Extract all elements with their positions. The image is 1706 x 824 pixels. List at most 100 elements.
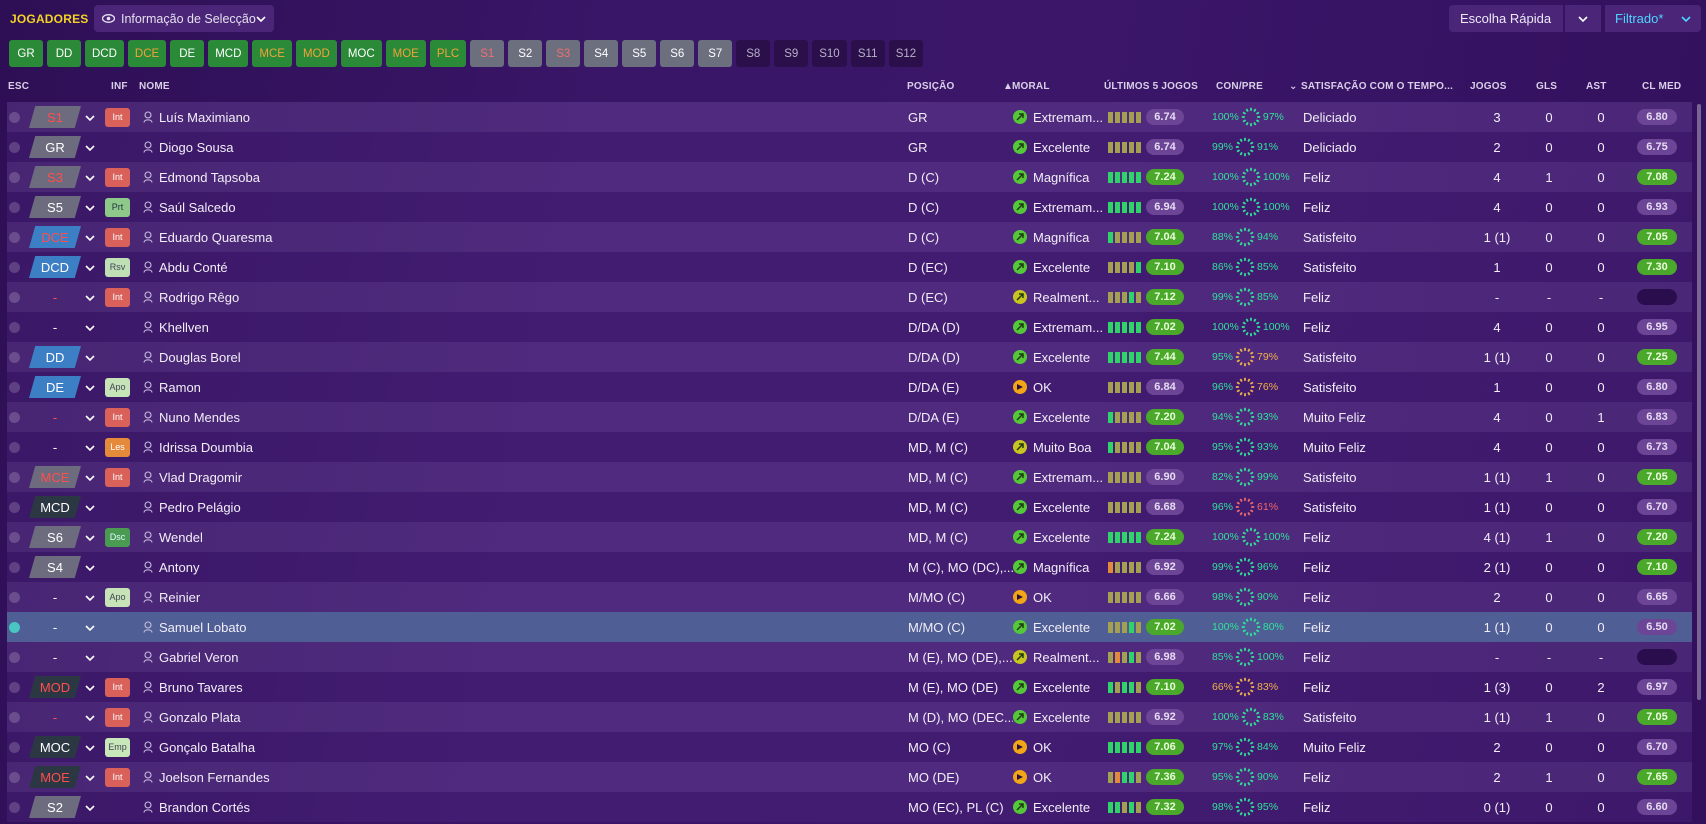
player-name-cell[interactable]: Rodrigo Rêgo bbox=[143, 282, 503, 312]
table-row[interactable]: DE Apo Ramon D/DA (E) OK 6.84 96% 76% Satisfeito… bbox=[7, 372, 1692, 402]
position-chip[interactable]: S5 bbox=[622, 40, 657, 67]
table-row[interactable]: DD Douglas Borel D/DA (D) Excelente 7.44 95% 7… bbox=[7, 342, 1692, 372]
col-posicao[interactable]: POSIÇÃO bbox=[907, 81, 955, 92]
table-row[interactable]: S6 Dsc Wendel MD, M (C) Excelente 7.24 100% 100… bbox=[7, 522, 1692, 552]
select-checkbox[interactable] bbox=[9, 492, 23, 522]
position-chip[interactable]: S9 bbox=[774, 40, 809, 67]
table-row[interactable]: S4 Antony M (C), MO (DC),... Magnífica 6.92 9… bbox=[7, 552, 1692, 582]
col-inf[interactable]: INF bbox=[111, 81, 128, 92]
player-name[interactable]: Ramon bbox=[159, 380, 201, 395]
selection-dropdown[interactable]: S4 bbox=[29, 552, 99, 582]
player-name-cell[interactable]: Vlad Dragomir bbox=[143, 462, 503, 492]
select-checkbox[interactable] bbox=[9, 672, 23, 702]
player-name[interactable]: Douglas Borel bbox=[159, 350, 241, 365]
position-chip[interactable]: GR bbox=[9, 40, 43, 67]
player-name[interactable]: Eduardo Quaresma bbox=[159, 230, 272, 245]
table-row[interactable]: - Les Idrissa Doumbia MD, M (C) Muito Boa 7.0… bbox=[7, 432, 1692, 462]
player-name[interactable]: Brandon Cortés bbox=[159, 800, 250, 815]
player-name[interactable]: Abdu Conté bbox=[159, 260, 228, 275]
col-nome[interactable]: NOME bbox=[139, 81, 170, 92]
table-row[interactable]: MOD Int Bruno Tavares M (E), MO (DE) Excelen… bbox=[7, 672, 1692, 702]
player-name-cell[interactable]: Luís Maximiano bbox=[143, 102, 503, 132]
col-conpre[interactable]: CON/PRE bbox=[1216, 81, 1263, 92]
player-name[interactable]: Gonçalo Batalha bbox=[159, 740, 255, 755]
player-name[interactable]: Idrissa Doumbia bbox=[159, 440, 253, 455]
table-row[interactable]: - Apo Reinier M/MO (C) OK 6.66 98% 90% Feliz 2 0 0 6… bbox=[7, 582, 1692, 612]
filter-button[interactable]: Filtrado* bbox=[1605, 5, 1701, 32]
select-checkbox[interactable] bbox=[9, 252, 23, 282]
col-ultimos5[interactable]: ÚLTIMOS 5 JOGOS bbox=[1104, 81, 1198, 92]
player-name-cell[interactable]: Samuel Lobato bbox=[143, 612, 503, 642]
player-name-cell[interactable]: Douglas Borel bbox=[143, 342, 503, 372]
select-checkbox[interactable] bbox=[9, 342, 23, 372]
table-row[interactable]: S5 Prt Saúl Salcedo D (C) Extremam... 6.94 100… bbox=[7, 192, 1692, 222]
select-checkbox[interactable] bbox=[9, 372, 23, 402]
position-chip[interactable]: S8 bbox=[736, 40, 771, 67]
position-chip[interactable]: S3 bbox=[546, 40, 581, 67]
selection-dropdown[interactable]: MOC bbox=[29, 732, 99, 762]
selection-dropdown[interactable]: DCE bbox=[29, 222, 99, 252]
player-name-cell[interactable]: Saúl Salcedo bbox=[143, 192, 503, 222]
player-name-cell[interactable]: Gabriel Veron bbox=[143, 642, 503, 672]
table-row[interactable]: S1 Int Luís Maximiano GR Extremam... 6.74 100%… bbox=[7, 102, 1692, 132]
player-name[interactable]: Reinier bbox=[159, 590, 200, 605]
select-checkbox[interactable] bbox=[9, 642, 23, 672]
position-chip[interactable]: DCE bbox=[127, 40, 167, 67]
position-chip[interactable]: S6 bbox=[660, 40, 695, 67]
position-chip[interactable]: S10 bbox=[812, 40, 847, 67]
col-moral[interactable]: MORAL bbox=[1012, 81, 1050, 92]
select-checkbox[interactable] bbox=[9, 792, 23, 822]
selection-dropdown[interactable]: GR bbox=[29, 132, 99, 162]
selection-dropdown[interactable]: - bbox=[29, 432, 99, 462]
player-name-cell[interactable]: Reinier bbox=[143, 582, 503, 612]
player-name[interactable]: Nuno Mendes bbox=[159, 410, 240, 425]
position-chip[interactable]: MOE bbox=[385, 40, 426, 67]
select-checkbox[interactable] bbox=[9, 192, 23, 222]
position-chip[interactable]: MOC bbox=[340, 40, 382, 67]
player-name-cell[interactable]: Nuno Mendes bbox=[143, 402, 503, 432]
player-name[interactable]: Pedro Pelágio bbox=[159, 500, 241, 515]
position-chip[interactable]: DE bbox=[170, 40, 205, 67]
selection-dropdown[interactable]: - bbox=[29, 642, 99, 672]
player-name[interactable]: Gonzalo Plata bbox=[159, 710, 241, 725]
player-name-cell[interactable]: Joelson Fernandes bbox=[143, 762, 503, 792]
table-row[interactable]: - Int Rodrigo Rêgo D (EC) Realment... 7.12 99%… bbox=[7, 282, 1692, 312]
position-chip[interactable]: DCD bbox=[85, 40, 124, 67]
select-checkbox[interactable] bbox=[9, 312, 23, 342]
player-name[interactable]: Luís Maximiano bbox=[159, 110, 250, 125]
select-checkbox[interactable] bbox=[9, 462, 23, 492]
position-chip[interactable]: MCD bbox=[208, 40, 249, 67]
selection-dropdown[interactable]: MCD bbox=[29, 492, 99, 522]
position-chip[interactable]: S2 bbox=[508, 40, 543, 67]
position-chip[interactable]: S7 bbox=[698, 40, 733, 67]
player-name[interactable]: Vlad Dragomir bbox=[159, 470, 242, 485]
select-checkbox[interactable] bbox=[9, 612, 23, 642]
position-chip[interactable]: S4 bbox=[584, 40, 619, 67]
position-chip[interactable]: S1 bbox=[470, 40, 505, 67]
selection-dropdown[interactable]: - bbox=[29, 582, 99, 612]
player-name-cell[interactable]: Eduardo Quaresma bbox=[143, 222, 503, 252]
table-row[interactable]: GR Diogo Sousa GR Excelente 6.74 99% 91% Delici… bbox=[7, 132, 1692, 162]
select-checkbox[interactable] bbox=[9, 222, 23, 252]
position-chip[interactable]: MCE bbox=[252, 40, 292, 67]
player-name[interactable]: Antony bbox=[159, 560, 199, 575]
select-checkbox[interactable] bbox=[9, 522, 23, 552]
table-row[interactable]: S2 Brandon Cortés MO (EC), PL (C) Excelente… bbox=[7, 792, 1692, 822]
select-checkbox[interactable] bbox=[9, 132, 23, 162]
col-satisfacao[interactable]: SATISFAÇÃO COM O TEMPO... bbox=[1301, 81, 1453, 92]
table-row[interactable]: MOE Int Joelson Fernandes MO (DE) OK 7.36 95% 9… bbox=[7, 762, 1692, 792]
player-name[interactable]: Edmond Tapsoba bbox=[159, 170, 260, 185]
selection-dropdown[interactable]: DE bbox=[29, 372, 99, 402]
table-row[interactable]: MCD Pedro Pelágio MD, M (C) Excelente 6.68 96… bbox=[7, 492, 1692, 522]
selection-dropdown[interactable]: MOE bbox=[29, 762, 99, 792]
table-row[interactable]: - Samuel Lobato M/MO (C) Excelente 7.02 100% 8… bbox=[7, 612, 1692, 642]
player-name-cell[interactable]: Edmond Tapsoba bbox=[143, 162, 503, 192]
table-row[interactable]: DCE Int Eduardo Quaresma D (C) Magnífica 7.04… bbox=[7, 222, 1692, 252]
player-name-cell[interactable]: Gonçalo Batalha bbox=[143, 732, 503, 762]
select-checkbox[interactable] bbox=[9, 762, 23, 792]
select-checkbox[interactable] bbox=[9, 102, 23, 132]
select-checkbox[interactable] bbox=[9, 432, 23, 462]
player-name[interactable]: Saúl Salcedo bbox=[159, 200, 236, 215]
col-gls[interactable]: GLS bbox=[1536, 81, 1557, 92]
select-checkbox[interactable] bbox=[9, 732, 23, 762]
